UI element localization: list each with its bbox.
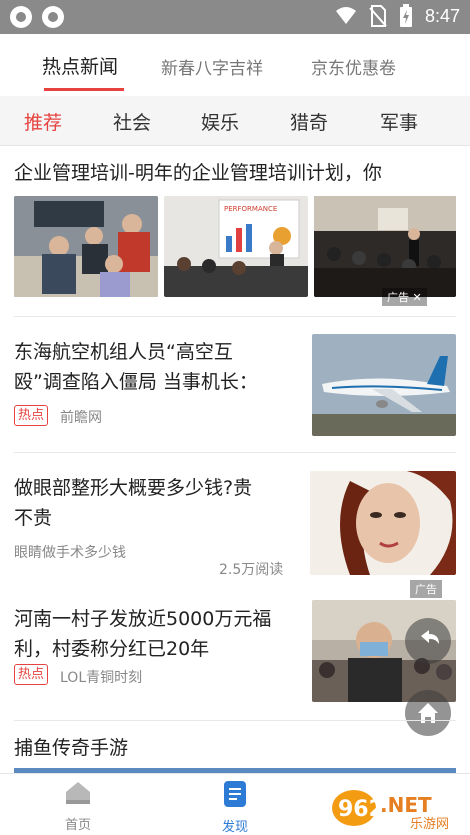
ad-source: 眼睛做手术多少钱: [14, 545, 126, 561]
news-source: 前瞻网: [60, 410, 102, 426]
bottom-navigation: 首页 发现 962 .NET 乐游网: [0, 773, 470, 835]
category-curious[interactable]: 猎奇: [290, 108, 328, 135]
feed-divider: [14, 316, 456, 317]
status-bar: 8:47: [0, 0, 470, 34]
feed-item-title: 企业管理培训-明年的企业管理培训计划，你: [14, 162, 382, 184]
tab-hot-news[interactable]: 热点新闻: [42, 52, 118, 79]
svg-text:962: 962: [338, 797, 384, 822]
category-recommend[interactable]: 推荐: [24, 108, 62, 135]
back-arrow-icon: [421, 630, 439, 644]
ad-text: 广告: [415, 583, 437, 596]
back-float-button[interactable]: [405, 618, 451, 664]
training-photo-2: PERFORMANCE: [164, 196, 308, 297]
ad-label: 广告 ✕: [382, 288, 427, 306]
category-bar: 推荐 社会 娱乐 猎奇 军事: [0, 96, 470, 146]
svg-text:乐游网: 乐游网: [410, 817, 449, 832]
app-notification-icon: [10, 6, 32, 28]
tab-jd-coupons[interactable]: 京东优惠卷: [311, 54, 396, 79]
slide-heading: PERFORMANCE: [224, 205, 277, 213]
feed-item-title-line: 不贵: [14, 507, 53, 529]
document-icon: [224, 781, 246, 807]
tab-new-year-blessings[interactable]: 新春八字吉祥: [161, 54, 263, 79]
site-watermark-logo: 962 .NET 乐游网: [330, 784, 466, 832]
news-source: LOL青铜时刻: [60, 670, 143, 686]
no-sim-icon: [369, 5, 387, 27]
training-photo-3: [314, 196, 456, 297]
feed-item-title-line: 做眼部整形大概要多少钱?贵: [14, 477, 253, 499]
ad-label: 广告: [410, 580, 442, 598]
home-float-button[interactable]: [405, 690, 451, 736]
training-photo-1: [14, 196, 158, 297]
home-icon: [66, 782, 90, 804]
hot-tag: 热点: [14, 664, 49, 685]
app-notification-icon: [42, 6, 64, 28]
feed-item-title-line: 利，村委称分红已20年: [14, 638, 210, 660]
category-military[interactable]: 军事: [380, 108, 418, 135]
nav-discover-label: 发现: [221, 820, 248, 835]
active-tab-indicator: [44, 88, 124, 91]
category-entertainment[interactable]: 娱乐: [201, 108, 239, 135]
nav-discover[interactable]: 发现: [195, 780, 275, 835]
feed-item-title: 捕鱼传奇手游: [14, 737, 129, 759]
channel-tabs: 热点新闻 新春八字吉祥 京东优惠卷: [0, 34, 470, 96]
hot-tag: 热点: [14, 405, 49, 426]
airplane-photo: [312, 334, 456, 436]
feed-divider: [14, 720, 456, 721]
nav-home[interactable]: 首页: [38, 780, 118, 833]
feed-item-title-line: 殴”调查陷入僵局 当事机长：: [14, 371, 258, 393]
home-icon: [418, 703, 438, 723]
battery-charging-icon: [399, 4, 412, 27]
feed-item-title-line: 河南一村子发放近5000万元福: [14, 608, 272, 630]
feed-divider: [14, 452, 456, 453]
read-count: 2.5万阅读: [219, 562, 284, 578]
clock-time: 8:47: [424, 5, 460, 26]
wifi-icon: [335, 7, 356, 24]
woman-portrait-photo: [310, 471, 456, 575]
nav-home-label: 首页: [64, 818, 91, 833]
ad-text: 广告: [387, 291, 409, 304]
category-society[interactable]: 社会: [113, 108, 151, 135]
svg-text:.NET: .NET: [380, 793, 432, 817]
feed-item-title-line: 东海航空机组人员“高空互: [14, 341, 233, 363]
